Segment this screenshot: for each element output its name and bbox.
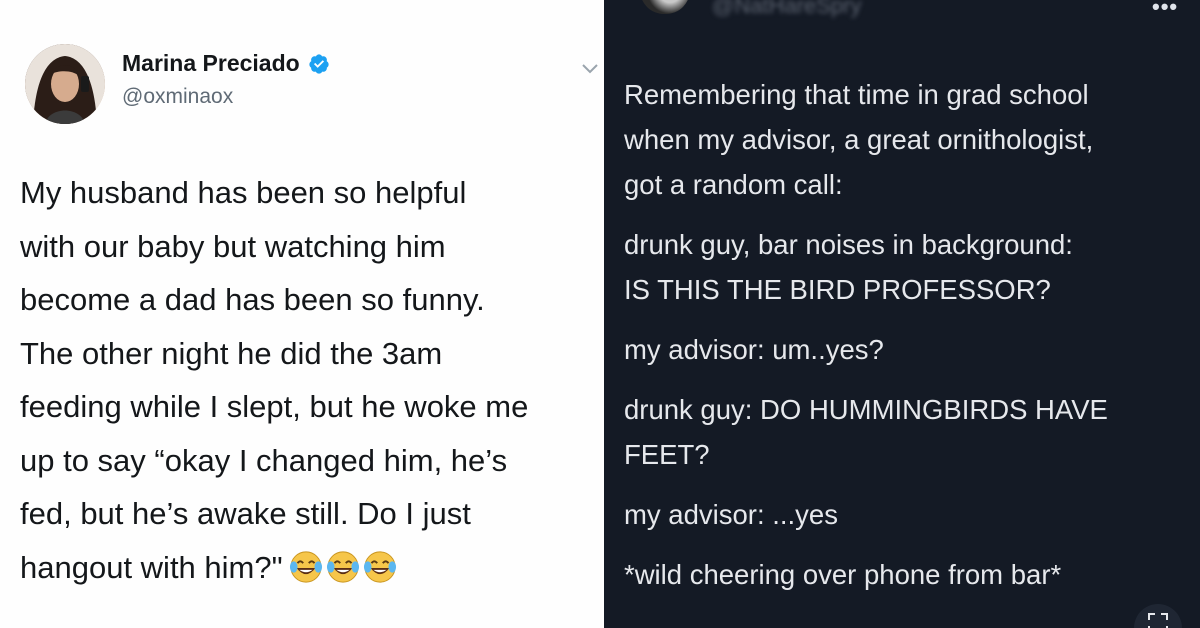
tweet-line: when my advisor, a great ornithologist, xyxy=(624,124,1094,155)
tweet-line: my advisor: um..yes? xyxy=(624,334,884,365)
tweet-line: My husband has been so helpful xyxy=(20,175,467,210)
tweet-line: hangout with him?" xyxy=(20,549,283,585)
tweet-last-line: hangout with him?" xyxy=(20,541,600,595)
tweet-line: The other night he did the 3am xyxy=(20,335,443,371)
tweet-paragraph: my advisor: um..yes? xyxy=(624,327,1190,372)
tweet-line: drunk guy: DO HUMMINGBIRDS HAVE xyxy=(624,394,1108,425)
display-name-text[interactable]: Marina Preciado xyxy=(122,50,300,77)
tweet-line: FEET? xyxy=(624,439,710,470)
tweet-line: drunk guy, bar noises in background: xyxy=(624,229,1073,260)
tweet-line: with our baby but watching him xyxy=(20,228,446,264)
tweet-paragraph: drunk guy: DO HUMMINGBIRDS HAVE FEET? xyxy=(624,387,1190,477)
tweet-line: *wild cheering over phone from bar* xyxy=(624,559,1062,590)
laughing-emoji-group xyxy=(289,550,397,584)
display-name[interactable]: Marina Preciado xyxy=(122,50,330,77)
tears-of-joy-emoji-icon xyxy=(289,550,322,583)
right-tweet-card: @NatHareSpry ••• Remembering that time i… xyxy=(604,0,1200,628)
verified-badge-icon xyxy=(308,53,330,75)
tweet-text: Remembering that time in grad school whe… xyxy=(624,72,1190,597)
tweet-paragraph: *wild cheering over phone from bar* xyxy=(624,552,1190,597)
blurred-user-handle[interactable]: @NatHareSpry xyxy=(712,0,862,19)
tweet-line: got a random call: xyxy=(624,169,843,200)
tweet-paragraph: drunk guy, bar noises in background: IS … xyxy=(624,222,1190,312)
left-tweet-card: Marina Preciado @oxminaox My husband has… xyxy=(0,0,602,628)
tweet-line: become a dad has been so funny. xyxy=(20,282,485,317)
expand-image-icon[interactable] xyxy=(1134,604,1182,628)
tweet-line: my advisor: ...yes xyxy=(624,499,838,530)
tweet-line: Remembering that time in grad school xyxy=(624,79,1089,110)
tweet-line: IS THIS THE BIRD PROFESSOR? xyxy=(624,274,1051,305)
tears-of-joy-emoji-icon xyxy=(326,550,359,583)
more-options-icon[interactable]: ••• xyxy=(1152,0,1178,20)
tweet-line: feeding while I slept, but he woke me xyxy=(20,389,529,424)
tweet-line: up to say “okay I changed him, he’s xyxy=(20,442,508,478)
tweet-text: My husband has been so helpful with our … xyxy=(20,166,600,594)
tweet-paragraph: my advisor: ...yes xyxy=(624,492,1190,537)
tweet-paragraph: Remembering that time in grad school whe… xyxy=(624,72,1190,207)
avatar[interactable] xyxy=(25,44,105,124)
user-handle[interactable]: @oxminaox xyxy=(122,85,233,109)
avatar[interactable] xyxy=(640,0,690,14)
tweet-line: fed, but he’s awake still. Do I just xyxy=(20,496,471,531)
tears-of-joy-emoji-icon xyxy=(363,550,396,583)
chevron-down-icon[interactable] xyxy=(581,62,599,76)
